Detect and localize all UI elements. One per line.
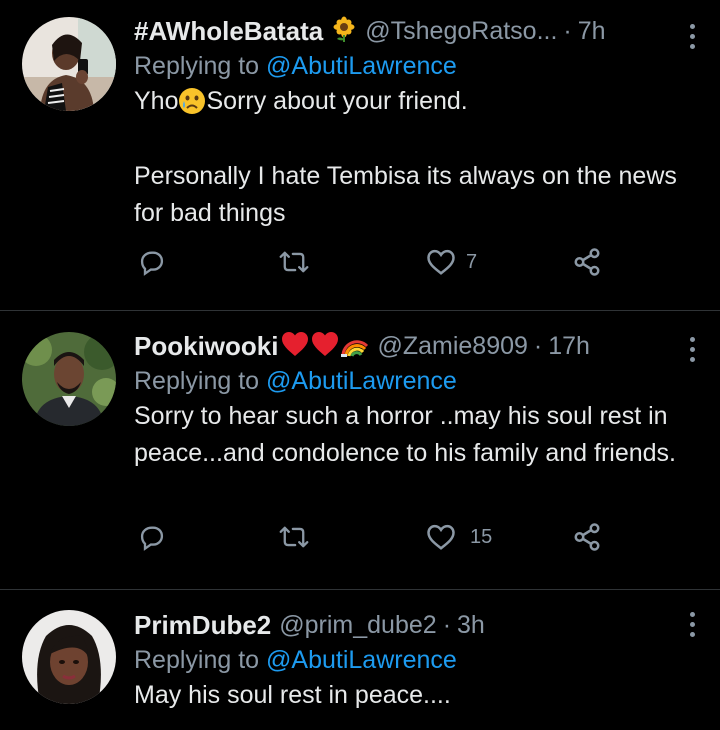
retweet-button[interactable]: [279, 248, 309, 276]
user-handle[interactable]: @TshegoRatso...: [365, 17, 557, 46]
timestamp[interactable]: 17h: [548, 332, 590, 361]
user-handle[interactable]: @Zamie8909: [377, 332, 527, 361]
reply-button[interactable]: [138, 248, 166, 276]
more-icon[interactable]: [690, 337, 698, 362]
like-icon: [427, 524, 455, 550]
replying-prefix: Replying to: [134, 52, 260, 80]
mention-link[interactable]: @AbutiLawrence: [266, 646, 457, 674]
replying-prefix: Replying to: [134, 646, 260, 674]
replying-to: Replying to @AbutiLawrence: [134, 367, 706, 396]
retweet-icon: [279, 251, 309, 273]
tweet-text-line1: Sorry about your friend.: [206, 87, 468, 115]
replying-to: Replying to @AbutiLawrence: [134, 52, 706, 81]
display-name[interactable]: #AWholeBatata: [134, 16, 323, 47]
replying-prefix: Replying to: [134, 367, 260, 395]
tweet-text-para2: Personally I hate Tembisa its always on …: [134, 161, 677, 227]
share-icon: [574, 248, 600, 276]
more-icon[interactable]: [690, 24, 698, 49]
retweet-icon: [279, 526, 309, 548]
reply-icon: [140, 251, 164, 276]
user-handle[interactable]: @prim_dube2: [279, 611, 436, 640]
like-button[interactable]: 15: [426, 523, 492, 551]
reply-icon: [140, 526, 164, 551]
tweet[interactable]: PrimDube2 @prim_dube2 · 3h Replying to @…: [0, 590, 720, 730]
tweet-header: PrimDube2 @prim_dube2 · 3h: [134, 608, 706, 642]
tweet-header: Pookiwooki @Zamie8909 · 17h: [134, 329, 706, 363]
sunflower-emoji: [331, 16, 357, 47]
replying-to: Replying to @AbutiLawrence: [134, 646, 706, 675]
tweet-text: May his soul rest in peace....: [134, 681, 451, 709]
separator-dot: ·: [442, 610, 452, 639]
like-count: 7: [466, 250, 478, 273]
crying-face-emoji: [178, 84, 206, 121]
tweet-text: Yho Sorry about your friend. Personally I…: [134, 83, 706, 232]
mention-link[interactable]: @AbutiLawrence: [266, 52, 457, 80]
tweet[interactable]: #AWholeBatata @TshegoRatso... · 7h Reply…: [0, 0, 720, 311]
mention-link[interactable]: @AbutiLawrence: [266, 367, 457, 395]
display-name[interactable]: PrimDube2: [134, 610, 271, 641]
share-button[interactable]: [572, 522, 602, 552]
avatar[interactable]: [22, 610, 116, 704]
reply-button[interactable]: [138, 523, 166, 551]
tweet-header: #AWholeBatata @TshegoRatso... · 7h: [134, 14, 706, 48]
like-icon: [427, 249, 455, 275]
retweet-button[interactable]: [279, 523, 309, 551]
avatar[interactable]: [22, 332, 116, 426]
separator-dot: ·: [563, 16, 572, 45]
share-button[interactable]: [572, 247, 602, 277]
share-icon: [574, 523, 600, 551]
more-icon[interactable]: [690, 612, 698, 637]
tweet-text: Sorry to hear such a horror ..may his so…: [134, 402, 677, 467]
hearts-rainbow-emoji: [281, 330, 369, 363]
like-count: 15: [470, 525, 493, 548]
display-name[interactable]: Pookiwooki: [134, 331, 278, 362]
timestamp[interactable]: 7h: [578, 17, 606, 46]
avatar[interactable]: [22, 17, 116, 111]
timestamp[interactable]: 3h: [457, 611, 485, 640]
tweet-text-start: Yho: [134, 87, 179, 115]
tweet[interactable]: Pookiwooki @Zamie8909 · 17h Replying to …: [0, 311, 720, 590]
separator-dot: ·: [533, 331, 543, 360]
like-button[interactable]: 7: [426, 248, 477, 276]
